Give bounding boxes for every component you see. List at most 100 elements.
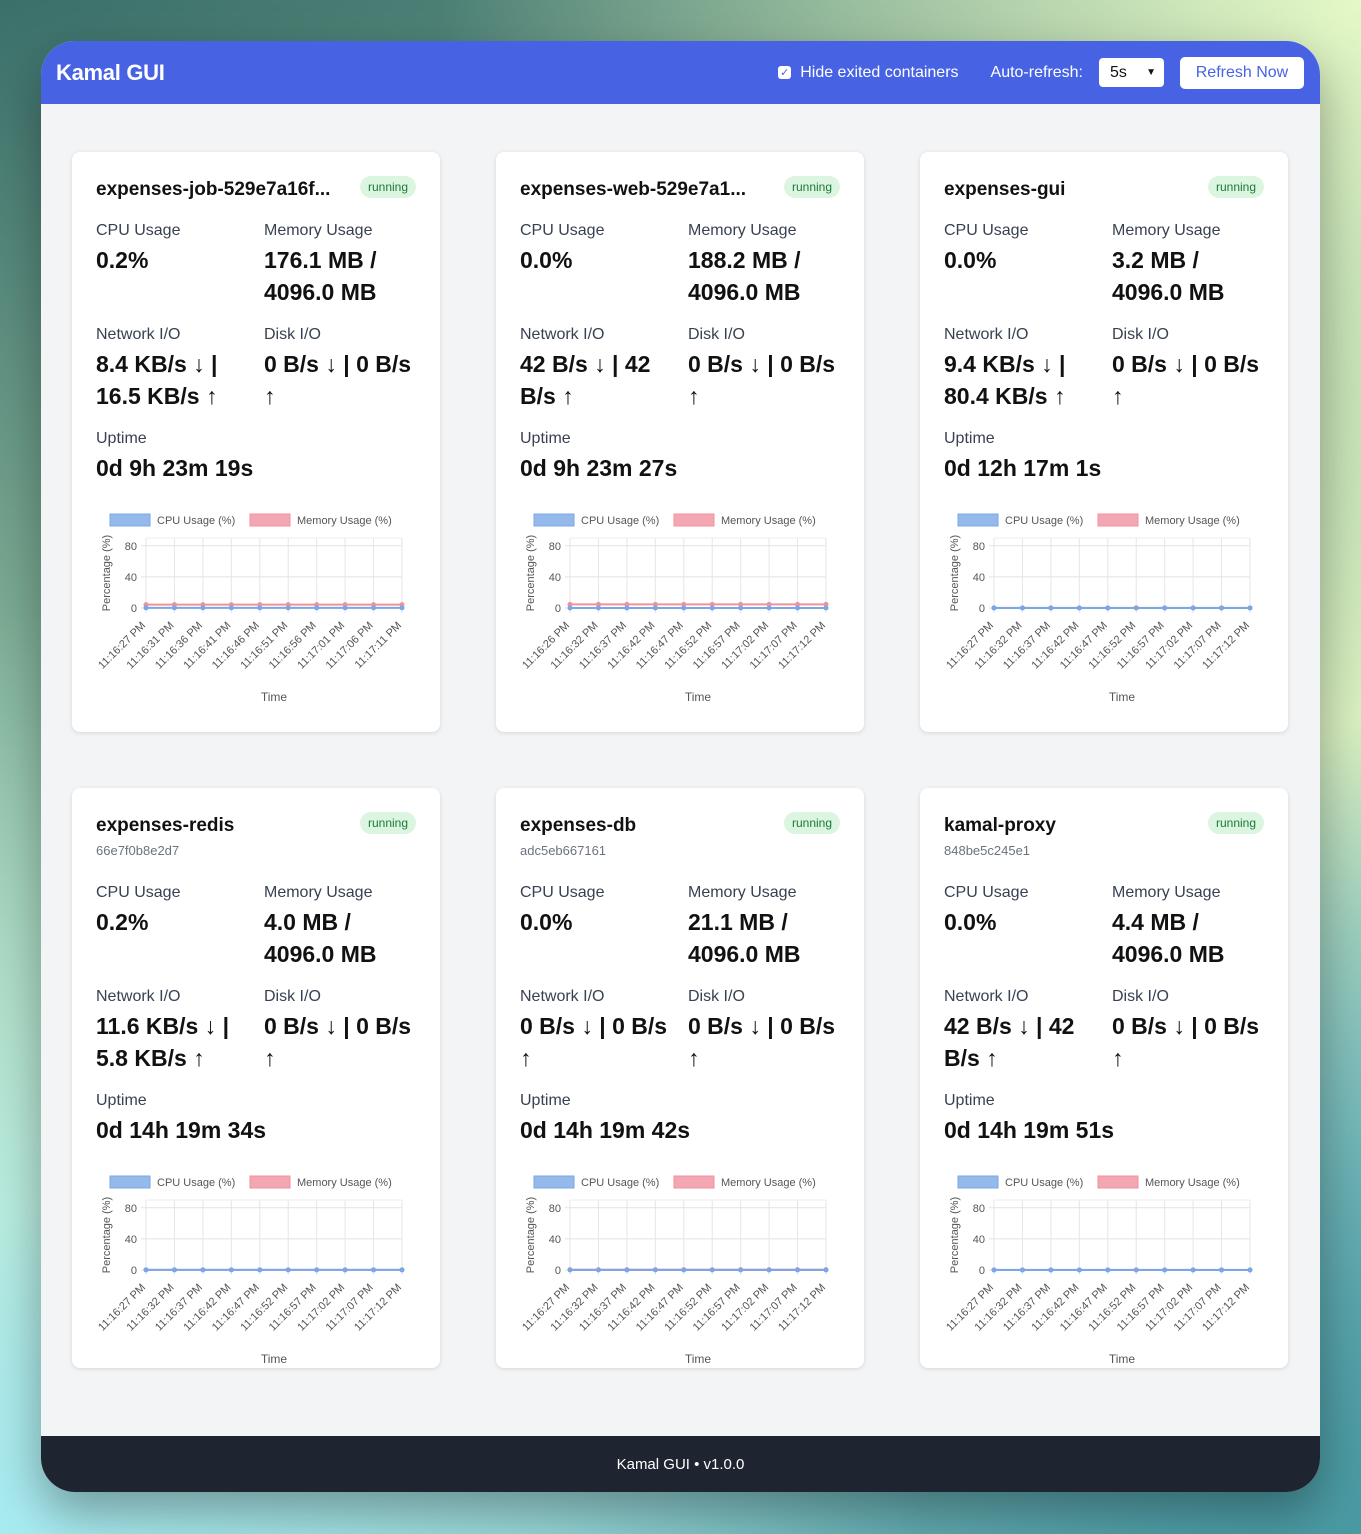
disk-metric: Disk I/O 0 B/s ↓ | 0 B/s ↑	[264, 988, 424, 1074]
refresh-now-button[interactable]: Refresh Now	[1180, 56, 1304, 89]
data-point	[1105, 605, 1111, 611]
auto-refresh-select[interactable]: 5s ▼	[1099, 58, 1164, 87]
data-point	[567, 605, 573, 611]
data-point	[143, 605, 149, 611]
cpu-metric: CPU Usage 0.0%	[520, 884, 680, 938]
data-point	[681, 1267, 687, 1273]
container-card: expenses-db running adc5eb667161 CPU Usa…	[496, 788, 864, 1368]
container-name: kamal-proxy	[944, 815, 1056, 836]
y-tick-label: 0	[131, 603, 137, 615]
legend-swatch	[109, 513, 151, 527]
memory-metric: Memory Usage 188.2 MB / 4096.0 MB	[688, 222, 848, 308]
card-header: kamal-proxy running	[944, 812, 1264, 842]
data-point	[399, 605, 405, 611]
data-point	[257, 1267, 263, 1273]
data-point	[1133, 605, 1139, 611]
data-point	[1162, 605, 1168, 611]
y-tick-label: 80	[549, 1203, 561, 1215]
data-point	[766, 605, 772, 611]
data-point	[991, 605, 997, 611]
status-badge: running	[359, 812, 416, 834]
legend-label: CPU Usage (%)	[581, 1177, 659, 1189]
data-point	[1190, 605, 1196, 611]
y-axis-title: Percentage (%)	[525, 1197, 537, 1273]
memory-label: Memory Usage	[688, 884, 797, 901]
data-point	[624, 605, 630, 611]
network-metric: Network I/O 9.4 KB/s ↓ | 80.4 KB/s ↑	[944, 326, 1104, 412]
data-point	[200, 605, 206, 611]
legend-label: Memory Usage (%)	[1145, 1177, 1240, 1189]
data-point	[1219, 1267, 1225, 1273]
hide-exited-toggle[interactable]: ✓ Hide exited containers	[778, 64, 959, 82]
legend-swatch	[957, 1175, 999, 1189]
x-axis-title: Time	[685, 690, 712, 704]
status-badge: running	[783, 812, 840, 834]
uptime-metric: Uptime 0d 14h 19m 51s	[944, 1092, 1264, 1146]
data-point	[342, 605, 348, 611]
y-tick-label: 0	[979, 603, 985, 615]
container-name: expenses-web-529e7a1...	[520, 179, 747, 200]
usage-chart: CPU Usage (%) Memory Usage (%)0408011:16:…	[944, 513, 1253, 704]
usage-chart: CPU Usage (%) Memory Usage (%)0408011:16:…	[520, 513, 829, 704]
y-tick-label: 40	[125, 572, 137, 584]
memory-metric: Memory Usage 4.0 MB / 4096.0 MB	[264, 884, 424, 970]
disk-value: 0 B/s ↓ | 0 B/s ↑	[264, 351, 412, 409]
memory-metric: Memory Usage 176.1 MB / 4096.0 MB	[264, 222, 424, 308]
footer-text: Kamal GUI • v1.0.0	[616, 1455, 745, 1473]
memory-value: 3.2 MB / 4096.0 MB	[1112, 247, 1225, 305]
disk-value: 0 B/s ↓ | 0 B/s ↑	[1112, 351, 1260, 409]
network-metric: Network I/O 11.6 KB/s ↓ | 5.8 KB/s ↑	[96, 988, 256, 1074]
y-axis-title: Percentage (%)	[949, 535, 961, 611]
data-point	[1076, 1267, 1082, 1273]
container-card: expenses-redis running 66e7f0b8e2d7 CPU …	[72, 788, 440, 1368]
y-axis-title: Percentage (%)	[101, 535, 113, 611]
auto-refresh-value: 5s	[1110, 63, 1127, 81]
data-point	[624, 1267, 630, 1273]
legend-label: Memory Usage (%)	[721, 1177, 816, 1189]
memory-label: Memory Usage	[1112, 884, 1221, 901]
top-bar: Kamal GUI ✓ Hide exited containers Auto-…	[41, 41, 1320, 104]
app-window: Kamal GUI ✓ Hide exited containers Auto-…	[41, 41, 1320, 1492]
checkbox-checked-icon[interactable]: ✓	[778, 66, 792, 79]
cpu-label: CPU Usage	[96, 884, 181, 901]
y-tick-label: 80	[973, 541, 985, 553]
uptime-metric: Uptime 0d 9h 23m 19s	[96, 430, 416, 484]
y-tick-label: 40	[549, 572, 561, 584]
y-tick-label: 80	[549, 541, 561, 553]
data-point	[652, 605, 658, 611]
legend-label: CPU Usage (%)	[1005, 515, 1083, 527]
y-axis-title: Percentage (%)	[949, 1197, 961, 1273]
container-name: expenses-job-529e7a16f...	[96, 179, 331, 200]
network-label: Network I/O	[520, 988, 605, 1005]
legend-label: CPU Usage (%)	[1005, 1177, 1083, 1189]
network-value: 42 B/s ↓ | 42 B/s ↑	[944, 1013, 1075, 1071]
data-point	[1076, 605, 1082, 611]
uptime-label: Uptime	[520, 1092, 571, 1109]
data-point	[823, 1267, 829, 1273]
cpu-metric: CPU Usage 0.0%	[944, 222, 1104, 276]
data-point	[567, 1267, 573, 1273]
data-point	[257, 605, 263, 611]
legend-swatch	[249, 513, 291, 527]
network-metric: Network I/O 0 B/s ↓ | 0 B/s ↑	[520, 988, 680, 1074]
network-metric: Network I/O 42 B/s ↓ | 42 B/s ↑	[520, 326, 680, 412]
x-axis-title: Time	[261, 690, 288, 704]
network-value: 11.6 KB/s ↓ | 5.8 KB/s ↑	[96, 1013, 230, 1071]
disk-metric: Disk I/O 0 B/s ↓ | 0 B/s ↑	[1112, 326, 1272, 412]
disk-value: 0 B/s ↓ | 0 B/s ↑	[688, 1013, 836, 1071]
data-point	[1048, 605, 1054, 611]
uptime-label: Uptime	[96, 430, 147, 447]
auto-refresh-label: Auto-refresh:	[990, 63, 1083, 81]
disk-label: Disk I/O	[688, 988, 745, 1005]
card-header: expenses-gui running	[944, 176, 1264, 206]
data-point	[595, 605, 601, 611]
y-tick-label: 40	[973, 572, 985, 584]
memory-label: Memory Usage	[688, 222, 797, 239]
disk-value: 0 B/s ↓ | 0 B/s ↑	[688, 351, 836, 409]
legend-swatch	[533, 1175, 575, 1189]
disk-label: Disk I/O	[264, 988, 321, 1005]
cpu-label: CPU Usage	[944, 884, 1029, 901]
y-tick-label: 80	[125, 1203, 137, 1215]
network-value: 9.4 KB/s ↓ | 80.4 KB/s ↑	[944, 351, 1066, 409]
memory-metric: Memory Usage 3.2 MB / 4096.0 MB	[1112, 222, 1272, 308]
